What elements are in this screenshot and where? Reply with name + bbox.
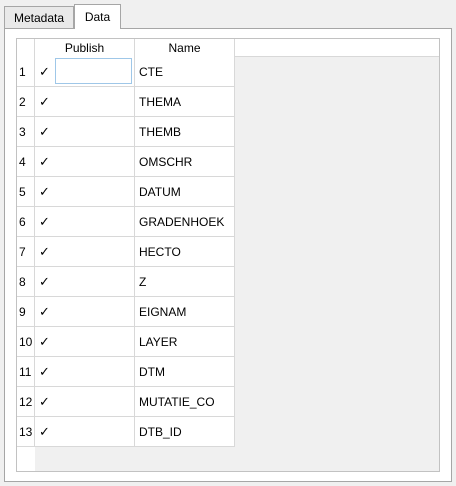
row-number[interactable]: 5 [17,177,35,206]
row-number[interactable]: 10 [17,327,35,356]
row-number[interactable]: 3 [17,117,35,146]
row-number[interactable]: 2 [17,87,35,116]
row-number[interactable]: 12 [17,387,35,416]
publish-cell[interactable]: ✓ [35,207,135,236]
tab-metadata-label: Metadata [13,10,65,25]
table-row[interactable]: 12 ✓ MUTATIE_CO [17,387,235,417]
table-row[interactable]: 13 ✓ DTB_ID [17,417,235,447]
column-header-publish[interactable]: Publish [35,39,135,57]
table-row[interactable]: 5 ✓ DATUM [17,177,235,207]
checkmark-icon: ✓ [39,394,50,409]
row-number[interactable]: 1 [17,57,35,86]
row-header-filler [17,447,35,471]
checkmark-icon: ✓ [39,124,50,139]
row-number[interactable]: 11 [17,357,35,386]
row-number[interactable]: 6 [17,207,35,236]
name-cell[interactable]: Z [135,267,235,296]
table-row[interactable]: 7 ✓ HECTO [17,237,235,267]
checkmark-icon: ✓ [39,154,50,169]
publish-cell[interactable]: ✓ [35,147,135,176]
tab-data[interactable]: Data [74,4,121,29]
table-header: Publish Name [17,39,439,57]
publish-checkbox[interactable]: ✓ [38,425,51,438]
checkmark-icon: ✓ [39,184,50,199]
publish-cell[interactable]: ✓ [35,267,135,296]
publish-cell[interactable]: ✓ [35,237,135,266]
publish-cell[interactable]: ✓ [35,417,135,446]
checkmark-icon: ✓ [39,94,50,109]
fields-table: Publish Name 1 ✓ CTE 2 ✓ THEMA 3 ✓ THEMB 4 ✓ OMSCHR… [16,38,440,472]
publish-cell[interactable]: ✓ [35,387,135,416]
column-header-name[interactable]: Name [135,39,235,57]
publish-checkbox[interactable]: ✓ [38,395,51,408]
checkmark-icon: ✓ [39,274,50,289]
checkmark-icon: ✓ [39,244,50,259]
row-number[interactable]: 9 [17,297,35,326]
table-row[interactable]: 10 ✓ LAYER [17,327,235,357]
checkmark-icon: ✓ [39,334,50,349]
name-cell[interactable]: GRADENHOEK [135,207,235,236]
publish-checkbox[interactable]: ✓ [38,365,51,378]
name-cell[interactable]: OMSCHR [135,147,235,176]
publish-cell[interactable]: ✓ [35,357,135,386]
publish-checkbox[interactable]: ✓ [38,185,51,198]
publish-cell[interactable]: ✓ [35,177,135,206]
tab-data-label: Data [84,10,111,24]
name-cell[interactable]: THEMB [135,117,235,146]
publish-checkbox[interactable]: ✓ [38,155,51,168]
table-row[interactable]: 1 ✓ CTE [17,57,235,87]
checkmark-icon: ✓ [39,364,50,379]
publish-cell[interactable]: ✓ [35,87,135,116]
publish-cell[interactable]: ✓ [35,57,135,86]
publish-cell[interactable]: ✓ [35,327,135,356]
table-row[interactable]: 4 ✓ OMSCHR [17,147,235,177]
publish-checkbox[interactable]: ✓ [38,245,51,258]
table-row[interactable]: 2 ✓ THEMA [17,87,235,117]
tab-metadata[interactable]: Metadata [4,6,74,28]
name-cell[interactable]: MUTATIE_CO [135,387,235,416]
publish-checkbox[interactable]: ✓ [38,95,51,108]
publish-checkbox[interactable]: ✓ [38,125,51,138]
data-panel: Publish Name 1 ✓ CTE 2 ✓ THEMA 3 ✓ THEMB 4 ✓ OMSCHR… [4,28,452,482]
row-number[interactable]: 13 [17,417,35,446]
publish-cell[interactable]: ✓ [35,117,135,146]
name-cell[interactable]: DTM [135,357,235,386]
table-body: 1 ✓ CTE 2 ✓ THEMA 3 ✓ THEMB 4 ✓ OMSCHR 5 ✓ DATUM 6 ✓ GRAD… [17,57,235,447]
publish-checkbox[interactable]: ✓ [38,65,51,78]
column-header-publish-label: Publish [64,41,105,55]
corner-header[interactable] [17,39,35,57]
checkmark-icon: ✓ [39,64,50,79]
table-row[interactable]: 9 ✓ EIGNAM [17,297,235,327]
checkmark-icon: ✓ [39,214,50,229]
name-cell[interactable]: DTB_ID [135,417,235,446]
table-row[interactable]: 6 ✓ GRADENHOEK [17,207,235,237]
column-header-name-label: Name [168,41,201,55]
checkmark-icon: ✓ [39,424,50,439]
table-row[interactable]: 11 ✓ DTM [17,357,235,387]
publish-checkbox[interactable]: ✓ [38,335,51,348]
publish-checkbox[interactable]: ✓ [38,275,51,288]
name-cell[interactable]: THEMA [135,87,235,116]
name-cell[interactable]: CTE [135,57,235,86]
publish-cell[interactable]: ✓ [35,297,135,326]
name-cell[interactable]: EIGNAM [135,297,235,326]
name-cell[interactable]: HECTO [135,237,235,266]
row-number[interactable]: 4 [17,147,35,176]
publish-cell-editor[interactable] [55,58,132,84]
publish-checkbox[interactable]: ✓ [38,215,51,228]
name-cell[interactable]: LAYER [135,327,235,356]
row-number[interactable]: 7 [17,237,35,266]
row-number[interactable]: 8 [17,267,35,296]
table-row[interactable]: 8 ✓ Z [17,267,235,297]
table-row[interactable]: 3 ✓ THEMB [17,117,235,147]
checkmark-icon: ✓ [39,304,50,319]
name-cell[interactable]: DATUM [135,177,235,206]
publish-checkbox[interactable]: ✓ [38,305,51,318]
